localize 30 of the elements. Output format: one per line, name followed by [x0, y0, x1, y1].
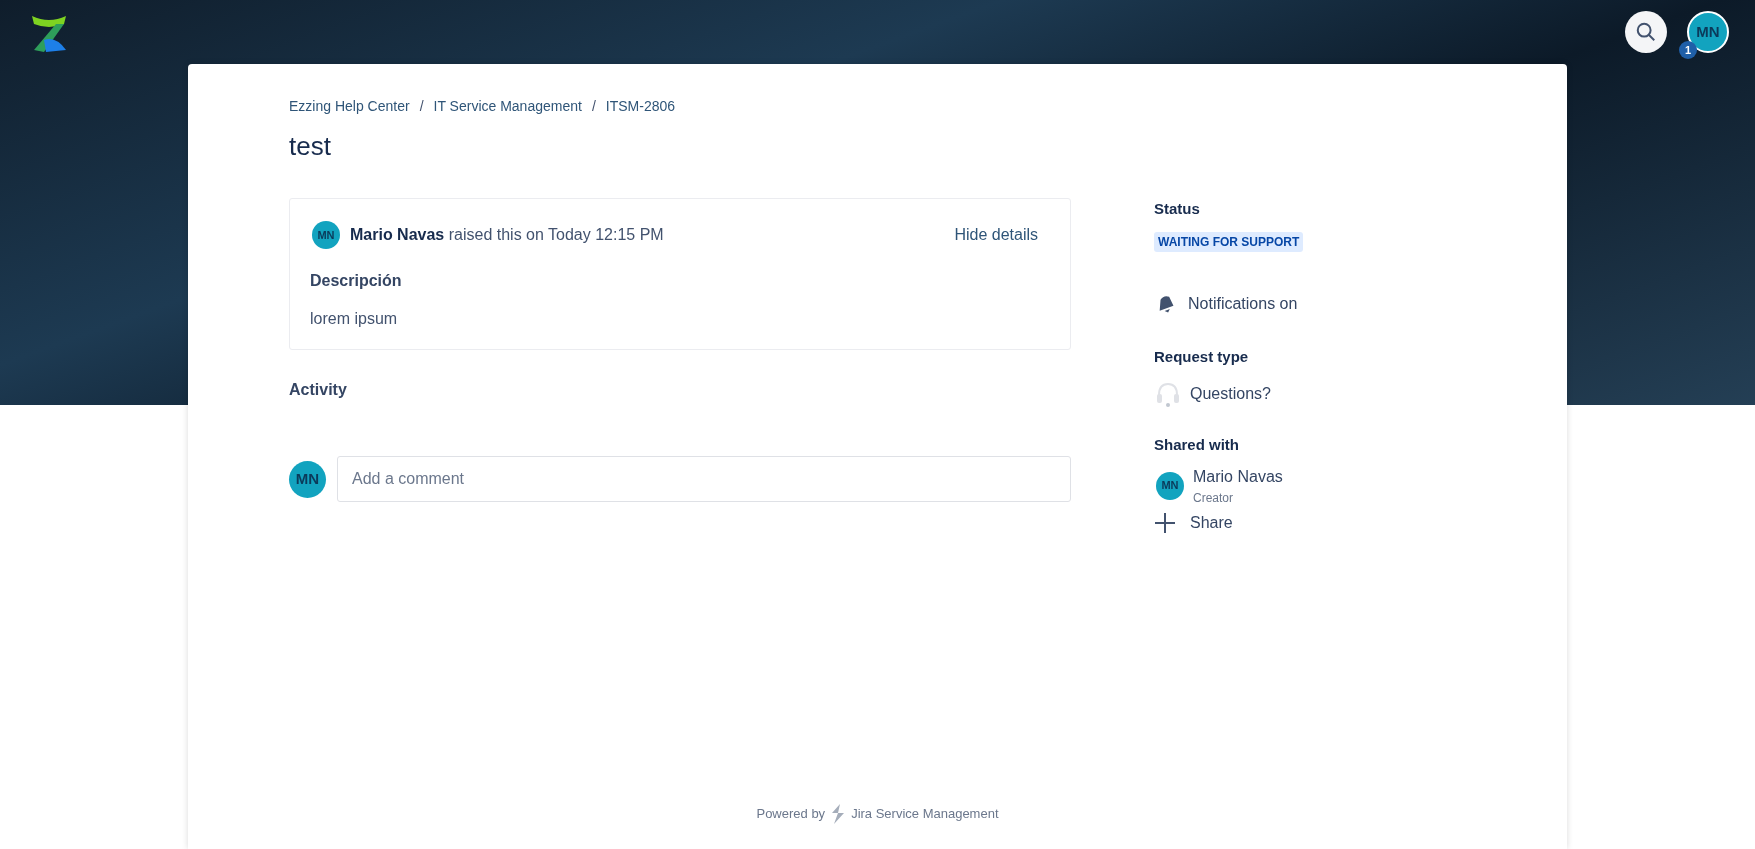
user-avatar: MN	[312, 221, 340, 249]
status-label: Status	[1154, 199, 1201, 219]
breadcrumb-link[interactable]: Ezzing Help Center	[289, 96, 410, 117]
product-name: Jira Service Management	[851, 805, 999, 824]
powered-by-text: Powered by	[756, 805, 826, 824]
headset-icon	[1154, 380, 1182, 408]
lightning-logo-icon	[830, 804, 847, 824]
user-avatar: MN	[1156, 471, 1184, 500]
raised-by-text: Mario Navas raised this on Today 12:15 PM	[350, 225, 664, 245]
notifications-toggle[interactable]: Notifications on	[1154, 291, 1414, 316]
share-button[interactable]: Share	[1154, 510, 1233, 535]
hide-details-link[interactable]: Hide details	[954, 223, 1038, 247]
activity-heading: Activity	[289, 380, 348, 400]
plus-icon	[1154, 511, 1176, 534]
request-type-label: Request type	[1154, 346, 1250, 367]
breadcrumb-link[interactable]: IT Service Management	[433, 96, 582, 117]
breadcrumb-link[interactable]: ITSM-2806	[605, 96, 676, 117]
search-icon	[1635, 21, 1657, 43]
field-value: lorem ipsum	[310, 309, 399, 329]
shared-with-label: Shared with	[1154, 435, 1240, 455]
status-lozenge: WAITING FOR SUPPORT	[1154, 231, 1304, 252]
participant-role: Creator	[1193, 489, 1234, 507]
request-type-value: Questions?	[1190, 384, 1271, 404]
comment-field[interactable]: Add a comment	[337, 456, 1071, 502]
participant-name: Mario Navas	[1193, 466, 1283, 487]
breadcrumb-separator: /	[591, 97, 596, 116]
breadcrumb-separator: /	[419, 97, 424, 116]
field-label: Descripción	[310, 271, 403, 291]
user-avatar: MN	[289, 460, 326, 498]
request-title: test	[289, 130, 332, 163]
